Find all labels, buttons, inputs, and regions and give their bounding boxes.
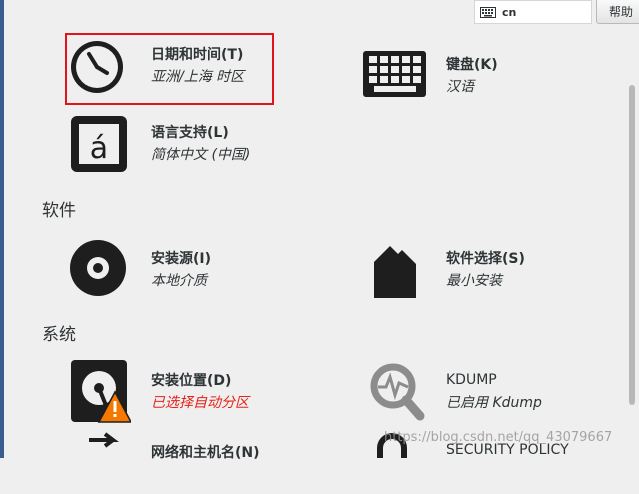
vertical-scrollbar[interactable]: [629, 85, 635, 405]
language-status: 简体中文 (中国): [151, 147, 251, 163]
install-destination-status: 已选择自动分区: [151, 395, 249, 411]
spoke-keyboard[interactable]: 键盘(K) 汉语: [362, 44, 632, 106]
spoke-install-source[interactable]: 安装源(I) 本地介质: [67, 238, 337, 300]
network-icon: [67, 432, 131, 494]
software-selection-status: 最小安装: [446, 273, 502, 289]
software-selection-title: 软件选择(S): [446, 251, 525, 267]
spoke-network[interactable]: 网络和主机名(N): [67, 432, 337, 494]
package-icon: [362, 238, 426, 300]
section-system-title: 系统: [42, 325, 76, 345]
install-source-status: 本地介质: [151, 273, 207, 289]
keyboard-icon: [480, 6, 496, 18]
window-left-edge: [0, 0, 4, 458]
kdump-search-icon: [362, 360, 426, 422]
svg-text:á: á: [90, 131, 108, 166]
watermark-text: https://blog.csdn.net/qq_43079667: [384, 430, 613, 445]
spoke-install-destination[interactable]: 安装位置(D) 已选择自动分区: [67, 360, 337, 423]
keyboard-status: 汉语: [446, 79, 474, 95]
spoke-language[interactable]: á 语言支持(L) 简体中文 (中国): [67, 112, 337, 174]
help-button[interactable]: 帮助: [596, 0, 639, 24]
install-destination-title: 安装位置(D): [151, 373, 232, 389]
datetime-highlight-box: [65, 33, 274, 105]
kdump-status: 已启用 Kdump: [446, 395, 542, 411]
harddisk-warning-icon: [67, 360, 133, 423]
network-title: 网络和主机名(N): [151, 445, 260, 461]
section-software-title: 软件: [42, 201, 76, 221]
language-icon: á: [67, 112, 131, 174]
language-title: 语言支持(L): [151, 125, 229, 141]
kdump-title: KDUMP: [446, 372, 497, 388]
spoke-software-selection[interactable]: 软件选择(S) 最小安装: [362, 238, 632, 300]
keyboard-title: 键盘(K): [446, 57, 498, 73]
disc-icon: [67, 238, 131, 300]
keyboard-layout-indicator[interactable]: cn: [474, 0, 592, 24]
keyboard-icon: [362, 44, 426, 106]
install-source-title: 安装源(I): [151, 251, 212, 267]
keyboard-layout-label: cn: [502, 5, 517, 19]
spoke-kdump[interactable]: KDUMP 已启用 Kdump: [362, 360, 632, 422]
